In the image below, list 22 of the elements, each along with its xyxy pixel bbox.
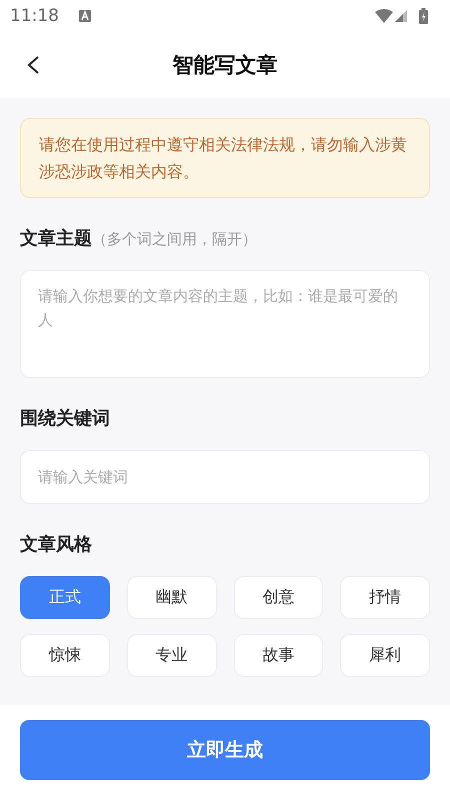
style-option[interactable]: 幽默 [126, 576, 216, 619]
style-option[interactable]: 正式 [20, 576, 110, 619]
hint-text: （多个词之间用，隔开） [92, 230, 257, 249]
section-label: 围绕关键词 [20, 407, 110, 430]
generate-button[interactable]: 立即生成 [20, 720, 430, 780]
signal-icon [395, 10, 407, 22]
keyword-field[interactable]: 请输入关键词 [20, 450, 430, 504]
style-option[interactable]: 专业 [126, 634, 216, 677]
wifi-icon [375, 9, 393, 23]
section-label: 文章主题 [20, 227, 92, 250]
style-option[interactable]: 故事 [234, 634, 324, 677]
page-title: 智能写文章 [172, 52, 278, 79]
style-option[interactable]: 犀利 [340, 634, 430, 677]
status-time: 11:18 [10, 6, 59, 26]
topic-field[interactable]: 请输入你想要的文章内容的主题，比如：谁是最可爱的人 [20, 270, 430, 378]
notification-icon [79, 10, 91, 22]
style-option[interactable]: 创意 [234, 576, 324, 619]
section-label: 文章风格 [20, 533, 92, 556]
style-option[interactable]: 抒情 [340, 576, 430, 619]
style-option[interactable]: 惊悚 [20, 634, 110, 677]
warning-notice: 请您在使用过程中遵守相关法律法规，请勿输入涉黄涉恐涉政等相关内容。 [20, 118, 430, 198]
battery-icon [419, 8, 428, 24]
